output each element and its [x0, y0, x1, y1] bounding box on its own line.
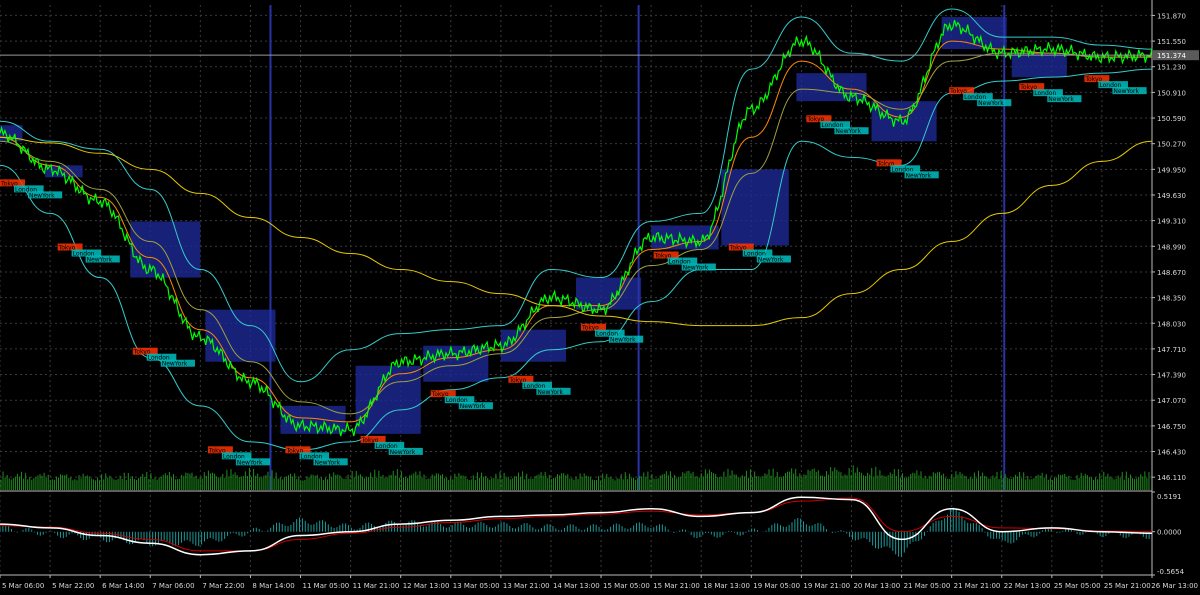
x-tick-label: 7 Mar 22:00: [202, 582, 244, 590]
newyork-label: NewYork: [87, 257, 113, 264]
y-tick-label: 149.950: [1157, 166, 1186, 174]
y-tick-label: 151.550: [1157, 38, 1186, 46]
current-price-label: 151.374: [1157, 52, 1186, 60]
session-box: [500, 329, 566, 362]
x-tick-label: 6 Mar 14:00: [102, 582, 144, 590]
newyork-label: NewYork: [610, 337, 636, 344]
newyork-label: NewYork: [1048, 96, 1074, 103]
y-tick-label: 148.670: [1157, 269, 1186, 277]
y-tick-label: 146.750: [1157, 423, 1186, 431]
session-box: [355, 365, 421, 434]
x-tick-label: 18 Mar 13:00: [703, 582, 750, 590]
y-tick-label: 151.230: [1157, 64, 1186, 72]
x-tick-label: 14 Mar 13:00: [553, 582, 600, 590]
newyork-label: NewYork: [314, 459, 340, 466]
x-tick-label: 11 Mar 21:00: [353, 582, 400, 590]
newyork-label: NewYork: [29, 192, 55, 199]
session-box: [45, 165, 83, 178]
x-tick-label: 19 Mar 05:00: [753, 582, 800, 590]
x-tick-label: 15 Mar 21:00: [653, 582, 700, 590]
newyork-label: NewYork: [906, 172, 932, 179]
y-tick-label: 147.710: [1157, 346, 1186, 354]
y-tick-label: 149.310: [1157, 218, 1186, 226]
x-tick-label: 8 Mar 14:00: [252, 582, 294, 590]
price-chart[interactable]: TokyoLondonNewYorkTokyoLondonNewYorkToky…: [0, 0, 1200, 595]
x-tick-label: 25 Mar 05:00: [1054, 582, 1101, 590]
newyork-label: NewYork: [835, 128, 861, 135]
y-tick-label: 150.270: [1157, 141, 1186, 149]
y-tick-label: 147.070: [1157, 397, 1186, 405]
x-tick-label: 25 Mar 21:00: [1104, 582, 1151, 590]
y-tick-label: 146.430: [1157, 449, 1186, 457]
osc-y-tick-label: 0.5191: [1157, 493, 1182, 501]
x-tick-label: 7 Mar 06:00: [152, 582, 194, 590]
y-tick-label: 149.630: [1157, 192, 1186, 200]
x-tick-label: 13 Mar 05:00: [453, 582, 500, 590]
y-tick-label: 150.590: [1157, 115, 1186, 123]
newyork-label: NewYork: [162, 361, 188, 368]
newyork-label: NewYork: [1113, 88, 1139, 95]
y-tick-label: 146.110: [1157, 474, 1186, 482]
newyork-label: NewYork: [537, 389, 563, 396]
y-tick-label: 148.350: [1157, 295, 1186, 303]
x-tick-label: 13 Mar 21:00: [503, 582, 550, 590]
y-tick-label: 147.390: [1157, 372, 1186, 380]
session-box: [721, 169, 789, 246]
osc-y-tick-label: -0.5654: [1157, 568, 1185, 576]
x-tick-label: 20 Mar 13:00: [853, 582, 900, 590]
x-tick-label: 12 Mar 13:00: [403, 582, 450, 590]
session-box: [205, 309, 276, 362]
newyork-label: NewYork: [683, 265, 709, 272]
newyork-label: NewYork: [758, 257, 784, 264]
x-tick-label: 11 Mar 05:00: [303, 582, 350, 590]
x-tick-label: 21 Mar 21:00: [954, 582, 1001, 590]
y-tick-label: 151.870: [1157, 12, 1186, 20]
y-tick-label: 148.030: [1157, 320, 1186, 328]
x-tick-label: 15 Mar 05:00: [603, 582, 650, 590]
x-tick-label: 5 Mar 22:00: [52, 582, 94, 590]
osc-y-tick-label: 0.0000: [1157, 529, 1182, 537]
newyork-label: NewYork: [237, 459, 263, 466]
chart-window[interactable]: Tokyo London NewYork Tokyo London NewYork Toky…: [0, 0, 1200, 595]
x-tick-label: 19 Mar 21:00: [803, 582, 850, 590]
newyork-label: NewYork: [390, 449, 416, 456]
x-tick-label: 21 Mar 05:00: [904, 582, 951, 590]
newyork-label: NewYork: [978, 100, 1004, 107]
y-tick-label: 148.990: [1157, 243, 1186, 251]
x-tick-label: 22 Mar 13:00: [1004, 582, 1051, 590]
y-tick-label: 150.910: [1157, 89, 1186, 97]
x-tick-label: 26 Mar 13:00: [1151, 582, 1198, 590]
newyork-label: NewYork: [460, 403, 486, 410]
x-tick-label: 5 Mar 06:00: [2, 582, 44, 590]
